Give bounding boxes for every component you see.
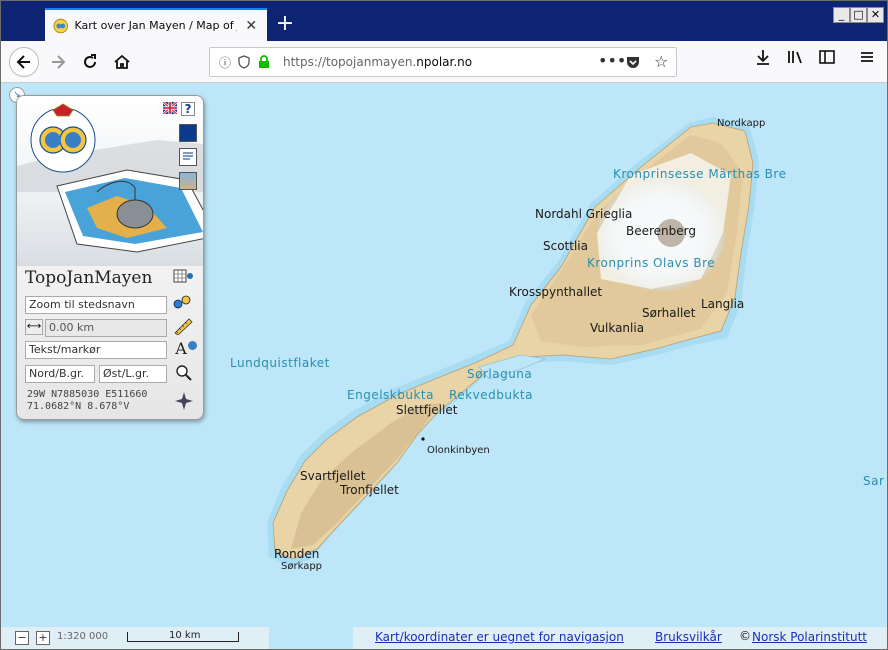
title-bar: Kart over Jan Mayen / Map of Jan ✕ + _ □… (1, 1, 887, 41)
map-label-nordkapp: Nordkapp (717, 118, 766, 129)
north-coordinate-input[interactable]: Nord/B.gr. (25, 365, 95, 383)
sidebar-icon[interactable] (819, 49, 835, 65)
minimize-button[interactable]: _ (833, 7, 850, 23)
footer-links: Kart/koordinater er uegnet for navigasjo… (353, 627, 887, 649)
lock-icon[interactable] (258, 55, 270, 69)
map-label-sorhallet: Sørhallet (642, 306, 696, 320)
menu-icon[interactable] (859, 49, 875, 65)
scale-area: − + 1:320 000 10 km (1, 627, 269, 649)
map-label-tronfjellet: Tronfjellet (340, 483, 399, 497)
language-flag-uk-icon[interactable] (161, 101, 179, 120)
browser-window: Kart over Jan Mayen / Map of Jan ✕ + _ □… (0, 0, 888, 650)
address-bar[interactable]: ⓘ https://topojanmayen.npolar.no ••• ☆ (209, 47, 677, 77)
scale-label: 10 km (169, 630, 201, 641)
map-label-sar: Sar (863, 474, 885, 488)
distance-readout: 0.00 km (45, 319, 167, 337)
arrow-left-icon (16, 55, 30, 69)
info-icon[interactable]: ⓘ (219, 54, 231, 71)
maximize-button[interactable]: □ (850, 7, 867, 23)
map-label-ronden: Ronden (274, 547, 320, 561)
world-map-icon[interactable] (179, 124, 197, 142)
new-tab-button[interactable]: + (273, 13, 297, 37)
page-actions-icon[interactable]: ••• (598, 51, 626, 70)
reload-icon (84, 54, 96, 68)
map-label-beerenberg: Beerenberg (626, 224, 696, 238)
map-label-rekvedbukta: Rekvedbukta (449, 388, 533, 402)
arrow-right-icon (52, 55, 66, 69)
text-marker-input[interactable]: Tekst/markør (25, 341, 167, 359)
search-binoculars-icon[interactable] (173, 294, 191, 312)
compass-rose-icon[interactable] (175, 392, 193, 410)
tracking-shield-icon[interactable] (238, 55, 250, 69)
distance-tool-icon[interactable]: ⟷ (25, 319, 43, 335)
map-label-sorkapp: Sørkapp (281, 561, 323, 572)
download-icon[interactable] (755, 49, 771, 65)
navigation-disclaimer-link[interactable]: Kart/koordinater er uegnet for navigasjo… (375, 630, 624, 644)
map-label-langlia: Langlia (701, 297, 745, 311)
home-button[interactable] (107, 47, 137, 77)
map-label-krosspynthallet: Krosspynthallet (509, 285, 603, 299)
utm-coordinate-readout: 29W N7885030 E511660 (27, 389, 148, 400)
copyright-symbol: © (739, 629, 751, 643)
topo-panel: ? TopoJanMayen Zoom til stedsnavn ⟷ 0.00… (16, 95, 204, 420)
reload-button[interactable] (75, 47, 105, 77)
back-button[interactable] (9, 47, 39, 77)
map-label-kronprins-olavs: Kronprins Olavs Bre (587, 256, 716, 270)
tab-close-icon[interactable]: ✕ (243, 18, 259, 34)
zoom-out-button[interactable]: − (15, 631, 29, 645)
map-label-engelskbukta: Engelskbukta (347, 388, 434, 402)
map-label-lundquistflaket: Lundquistflaket (230, 356, 330, 370)
map-label-nordahl-grieglia: Nordahl Grieglia (535, 207, 633, 221)
navigation-bar: ⓘ https://topojanmayen.npolar.no ••• ☆ (1, 41, 887, 83)
photo-layer-icon[interactable] (179, 172, 197, 190)
pocket-icon[interactable] (626, 55, 640, 69)
map-label-scottlia: Scottlia (543, 239, 588, 253)
ruler-pencil-icon[interactable] (173, 317, 193, 336)
forward-button[interactable] (43, 47, 73, 77)
scale-ratio: 1:320 000 (57, 631, 109, 642)
zoom-in-button[interactable]: + (36, 631, 50, 645)
map-label-sorlaguna: Sørlaguna (467, 367, 533, 381)
map-footer: − + 1:320 000 10 km Kart/koordinater er … (1, 627, 887, 649)
close-window-button[interactable]: ✕ (867, 7, 884, 23)
help-icon[interactable]: ? (181, 102, 195, 116)
layers-grid-icon[interactable] (173, 268, 193, 286)
zoom-place-input[interactable]: Zoom til stedsnavn (25, 296, 167, 314)
url-text[interactable]: https://topojanmayen.npolar.no (283, 55, 472, 69)
map-label-svartfjellet: Svartfjellet (300, 469, 366, 483)
coordinate-search-icon[interactable] (175, 364, 193, 382)
map-label-vulkanlia: Vulkanlia (590, 321, 645, 335)
npolar-link[interactable]: Norsk Polarinstitutt (752, 630, 867, 644)
active-tab[interactable]: Kart over Jan Mayen / Map of Jan ✕ (45, 8, 267, 41)
home-icon (114, 54, 130, 69)
npolar-favicon-icon (53, 18, 69, 33)
panel-title: TopoJanMayen (25, 268, 153, 288)
map-label-slettfjellet: Slettfjellet (396, 403, 458, 417)
panel-illustration (17, 103, 203, 253)
library-icon[interactable] (787, 49, 805, 65)
bookmark-star-icon[interactable]: ☆ (654, 52, 668, 71)
terms-of-use-link[interactable]: Bruksvilkår (655, 630, 722, 644)
map-label-olonkinbyen: Olonkinbyen (427, 445, 490, 456)
map-label-kronprinsesse: Kronprinsesse Märthas Bre (613, 167, 787, 181)
east-coordinate-input[interactable]: Øst/L.gr. (99, 365, 167, 383)
tab-title: Kart over Jan Mayen / Map of Jan (74, 19, 238, 32)
document-list-icon[interactable] (179, 148, 197, 166)
text-marker-icon[interactable]: A (173, 340, 199, 358)
geo-coordinate-readout: 71.0682°N 8.678°V (27, 401, 130, 412)
